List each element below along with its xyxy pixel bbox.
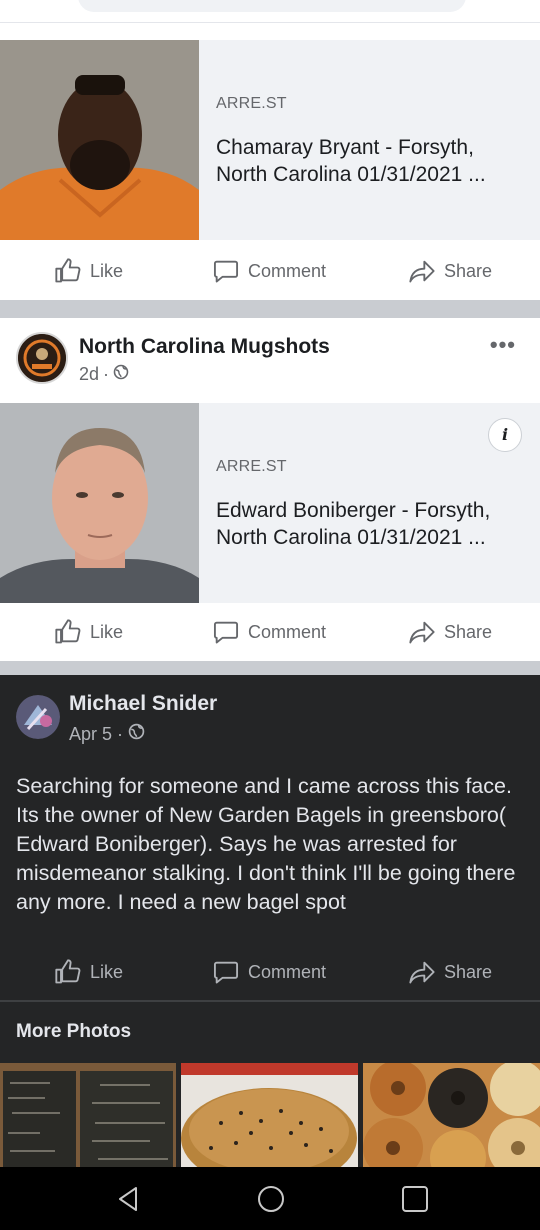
like-button[interactable]: Like [54,603,123,661]
post-time[interactable]: Apr 5 [69,724,112,745]
share-label: Share [444,961,493,982]
comment-button[interactable]: Comment [212,943,326,1001]
comment-label: Comment [248,961,327,982]
comment-icon [212,618,240,646]
link-preview-2[interactable]: i ARRE.ST Edward Boniberger - Forsyth, N… [0,403,540,603]
share-button[interactable]: Share [408,943,492,1001]
page-name[interactable]: North Carolina Mugshots [79,335,330,359]
comment-label: Comment [248,260,327,281]
home-icon[interactable] [257,1185,285,1213]
like-label: Like [90,621,124,642]
like-label: Like [90,260,124,281]
shared-post-dark: Michael Snider Apr 5 · Searching for som… [0,675,540,1230]
back-icon[interactable] [114,1185,142,1213]
top-bar [0,0,540,22]
link-domain: ARRE.ST [216,95,287,112]
more-options-icon[interactable]: ••• [490,332,516,358]
share-label: Share [444,621,493,642]
share-button[interactable]: Share [408,603,492,661]
info-icon[interactable]: i [488,418,522,452]
share-icon [408,257,436,285]
author-name[interactable]: Michael Snider [69,692,217,716]
like-button[interactable]: Like [54,943,123,1001]
post-meta: Apr 5 · [69,723,145,745]
system-nav-bar [0,1167,540,1230]
globe-icon [113,364,129,385]
more-photos-heading: More Photos [16,1021,132,1042]
post-actions-dark: Like Comment Share [0,943,540,1001]
link-title: Chamaray Bryant - Forsyth, North Carolin… [216,136,486,186]
like-button[interactable]: Like [54,242,123,300]
photo-thumbnail-bagel[interactable] [181,1063,358,1168]
mugshot-image-2 [0,403,199,603]
link-domain: ARRE.ST [216,458,287,475]
meta-separator: · [117,723,124,744]
comment-icon [212,257,240,285]
post-time[interactable]: 2d [79,364,99,385]
user-avatar[interactable] [16,695,60,739]
share-label: Share [444,260,493,281]
like-label: Like [90,961,124,982]
photo-thumbnail-bagels-pile[interactable] [363,1063,540,1168]
like-icon [54,257,82,285]
post-meta: 2d · [79,364,129,385]
share-button[interactable]: Share [408,242,492,300]
link-preview-1[interactable]: ARRE.ST Chamaray Bryant - Forsyth, North… [0,40,540,240]
like-icon [54,958,82,986]
mugshot-image-1 [0,40,199,240]
comment-button[interactable]: Comment [212,603,326,661]
globe-icon [128,723,145,745]
recents-icon[interactable] [401,1185,429,1213]
comment-icon [212,958,240,986]
search-bar[interactable] [78,0,466,12]
comment-button[interactable]: Comment [212,242,326,300]
divider [0,1000,540,1002]
photo-thumbnail-menu-board[interactable] [0,1063,176,1168]
page-avatar[interactable] [16,332,68,384]
post-body-text: Searching for someone and I came across … [16,774,516,914]
meta-separator: · [103,364,110,384]
post-card-1: ARRE.ST Chamaray Bryant - Forsyth, North… [0,40,540,300]
share-icon [408,618,436,646]
post-card-2: North Carolina Mugshots 2d · ••• i ARRE.… [0,318,540,661]
comment-label: Comment [248,621,327,642]
share-icon [408,958,436,986]
post-actions-1: Like Comment Share [0,242,540,300]
post-actions-2: Like Comment Share [0,603,540,661]
link-title: Edward Boniberger - Forsyth, North Carol… [216,499,491,549]
like-icon [54,618,82,646]
